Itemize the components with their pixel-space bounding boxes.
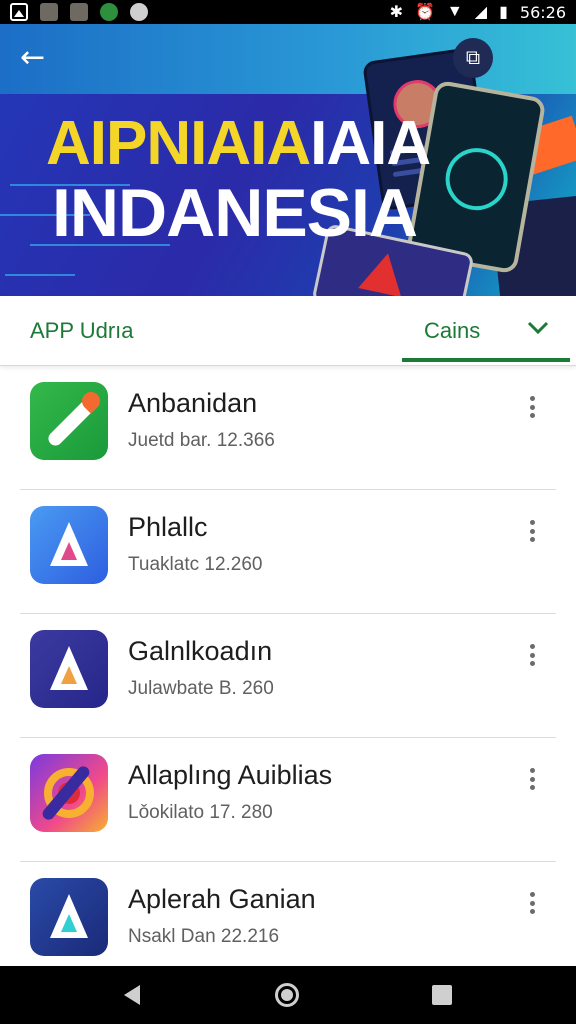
sort-dropdown[interactable]: Cains [402,296,570,362]
bluetooth-icon: ✱ [389,4,403,21]
app-name: Allaplıng Auiblias [128,760,333,790]
a-logo-dark-icon [30,878,108,956]
a-logo-navy-icon [30,630,108,708]
photo-icon [40,3,58,21]
share-icon: ⧉ [465,47,481,69]
more-options-button[interactable] [520,888,544,918]
more-vert-icon [529,768,535,773]
target-app-icon [30,754,108,832]
app-name: Galnlkoadın [128,636,273,666]
list-item[interactable]: Phlallc Tuaklatc 12.260 [20,490,556,614]
back-arrow-icon: ← [20,40,46,75]
app-subtitle: Tuaklatc 12.260 [128,554,263,575]
section-title: APP Udrıa [30,318,134,343]
wifi-icon: ▼ [446,3,463,20]
more-vert-icon [529,396,535,401]
more-vert-icon [529,644,535,649]
alarm-icon: ⏰ [415,4,435,21]
rocket-app-icon [30,382,108,460]
list-item[interactable]: Galnlkoadın Julawbate B. 260 [20,614,556,738]
chevron-down-icon [527,321,549,335]
nav-home-icon[interactable] [275,983,299,1007]
hero-banner: ← ⧉ AIPNIAIAIAIA INDANESIA [0,24,576,296]
status-system: ✱ ⏰ ▼ ◢ ▮ 56:26 [390,2,566,22]
maps-icon [100,3,118,21]
a-logo-blue-icon [30,506,108,584]
gallery-icon [10,3,28,21]
hero-title-line1: AIPNIAIAIAIA [46,109,431,178]
banner-logo [358,248,410,296]
battery-icon: ▮ [499,4,508,21]
filter-bar: APP Udrıa Cains [0,296,576,366]
more-vert-icon [529,892,535,897]
app-list: Anbanidan Juetd bar. 12.366 Phlallc Tuak… [0,366,576,966]
signal-icon: ◢ [474,4,488,21]
nav-recents-icon[interactable] [432,985,452,1005]
status-bar: ✱ ⏰ ▼ ◢ ▮ 56:26 [0,0,576,24]
settings-icon [130,3,148,21]
status-time: 56:26 [519,2,566,22]
sort-label: Cains [424,318,481,343]
more-options-button[interactable] [520,516,544,546]
list-item[interactable]: Allaplıng Auiblias Lǒokilato 17. 280 [20,738,556,862]
banner-target-ring [440,143,513,216]
app-subtitle: Lǒokilato 17. 280 [128,802,273,823]
app-subtitle: Nsakl Dan 22.216 [128,926,280,947]
back-button[interactable]: ← [20,43,54,74]
app-subtitle: Julawbate B. 260 [128,678,274,699]
nav-back-icon[interactable] [124,985,140,1005]
more-options-button[interactable] [520,640,544,670]
more-options-button[interactable] [520,392,544,422]
more-options-button[interactable] [520,764,544,794]
system-nav-bar [0,966,576,1024]
app-name: Anbanidan [128,388,258,418]
app-name: Phlallc [128,512,208,542]
list-item[interactable]: Anbanidan Juetd bar. 12.366 [20,366,556,490]
hero-title-line2: INDANESIA [52,175,418,251]
app-subtitle: Juetd bar. 12.366 [128,430,275,451]
photo2-icon [70,3,88,21]
share-button[interactable]: ⧉ [453,38,493,78]
app-name: Aplerah Ganian [128,884,316,914]
status-notifications [10,3,148,21]
more-vert-icon [529,520,535,525]
